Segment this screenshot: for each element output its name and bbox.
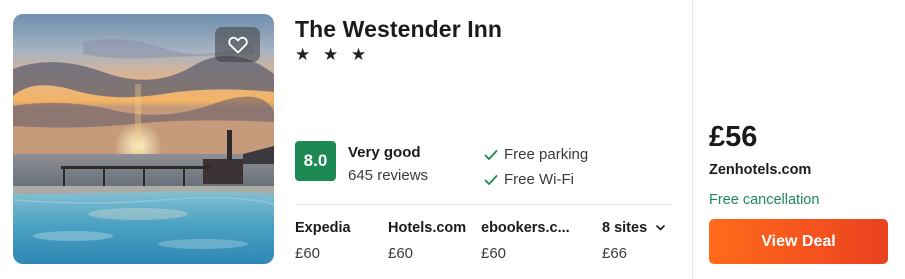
hotel-result-card: The Westender Inn ★ ★ ★ 8.0 Very good 64… bbox=[0, 0, 905, 279]
review-count[interactable]: 645 reviews bbox=[348, 167, 428, 184]
site-name: Expedia bbox=[295, 220, 351, 236]
view-deal-button[interactable]: View Deal bbox=[709, 219, 888, 264]
site-price: £60 bbox=[388, 245, 414, 262]
chevron-down-icon bbox=[656, 225, 665, 231]
more-sites-dropdown[interactable]: 8 sites £66 bbox=[602, 220, 665, 262]
deal-provider: Zenhotels.com bbox=[709, 162, 812, 178]
check-icon bbox=[484, 149, 498, 160]
site-name: ebookers.c... bbox=[481, 220, 570, 236]
hotel-name[interactable]: The Westender Inn bbox=[295, 16, 502, 43]
more-sites-toggle[interactable]: 8 sites bbox=[602, 220, 665, 236]
site-name: Hotels.com bbox=[388, 220, 467, 236]
favorite-button[interactable] bbox=[215, 27, 260, 62]
free-cancellation-label: Free cancellation bbox=[709, 192, 820, 208]
site-price: £66 bbox=[602, 245, 628, 262]
rating-score-badge: 8.0 bbox=[295, 141, 336, 181]
deal-price: £56 bbox=[709, 121, 758, 153]
site-price-hotels-com[interactable]: Hotels.com £60 bbox=[388, 220, 466, 262]
column-divider bbox=[692, 0, 693, 279]
amenity-free-wifi: Free Wi-Fi bbox=[484, 171, 574, 188]
site-price-ebookers[interactable]: ebookers.c... £60 bbox=[481, 220, 570, 262]
rating-label: Very good bbox=[348, 144, 421, 161]
amenity-label: Free parking bbox=[504, 146, 589, 163]
site-price-expedia[interactable]: Expedia £60 bbox=[295, 220, 351, 262]
star-rating: ★ ★ ★ bbox=[295, 45, 371, 64]
heart-icon bbox=[227, 36, 248, 53]
check-icon bbox=[484, 174, 498, 185]
site-price: £60 bbox=[481, 245, 507, 262]
divider bbox=[295, 204, 673, 205]
amenity-label: Free Wi-Fi bbox=[504, 171, 574, 188]
more-sites-label: 8 sites bbox=[602, 220, 648, 236]
amenity-free-parking: Free parking bbox=[484, 146, 588, 163]
site-price: £60 bbox=[295, 245, 321, 262]
